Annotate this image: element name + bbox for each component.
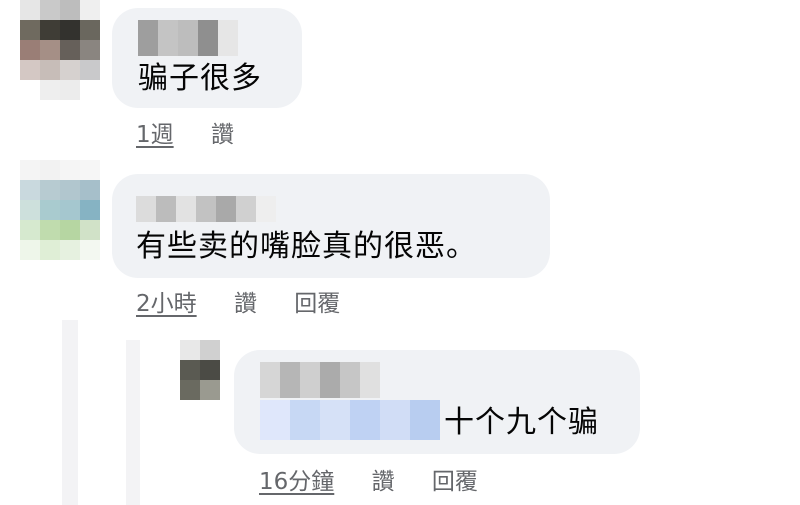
comment-actions: 1週 讚 xyxy=(136,124,234,147)
thread-line xyxy=(62,320,78,505)
reply-actions: 16分鐘 讚 回覆 xyxy=(259,471,478,494)
commenter-name[interactable] xyxy=(136,196,276,222)
commenter-name[interactable] xyxy=(138,20,238,56)
comment-text: 有些卖的嘴脸真的很恶。 xyxy=(136,229,477,264)
comment-actions: 2小時 讚 回覆 xyxy=(136,293,340,316)
mentioned-user-tag[interactable] xyxy=(260,400,440,440)
reply-text: 十个九个骗 xyxy=(444,405,599,440)
reply-button[interactable]: 回覆 xyxy=(432,469,478,495)
timestamp-link[interactable]: 2小時 xyxy=(136,291,197,317)
avatar[interactable] xyxy=(20,160,100,260)
timestamp-link[interactable]: 16分鐘 xyxy=(259,469,334,495)
comment-text: 骗子很多 xyxy=(138,61,262,96)
like-button[interactable]: 讚 xyxy=(372,469,395,495)
avatar[interactable] xyxy=(20,0,100,100)
avatar[interactable] xyxy=(180,340,220,400)
commenter-name[interactable] xyxy=(260,362,380,398)
like-button[interactable]: 讚 xyxy=(234,291,257,317)
like-button[interactable]: 讚 xyxy=(211,122,234,148)
timestamp-link[interactable]: 1週 xyxy=(136,122,174,148)
thread-line xyxy=(126,340,140,505)
reply-button[interactable]: 回覆 xyxy=(294,291,340,317)
